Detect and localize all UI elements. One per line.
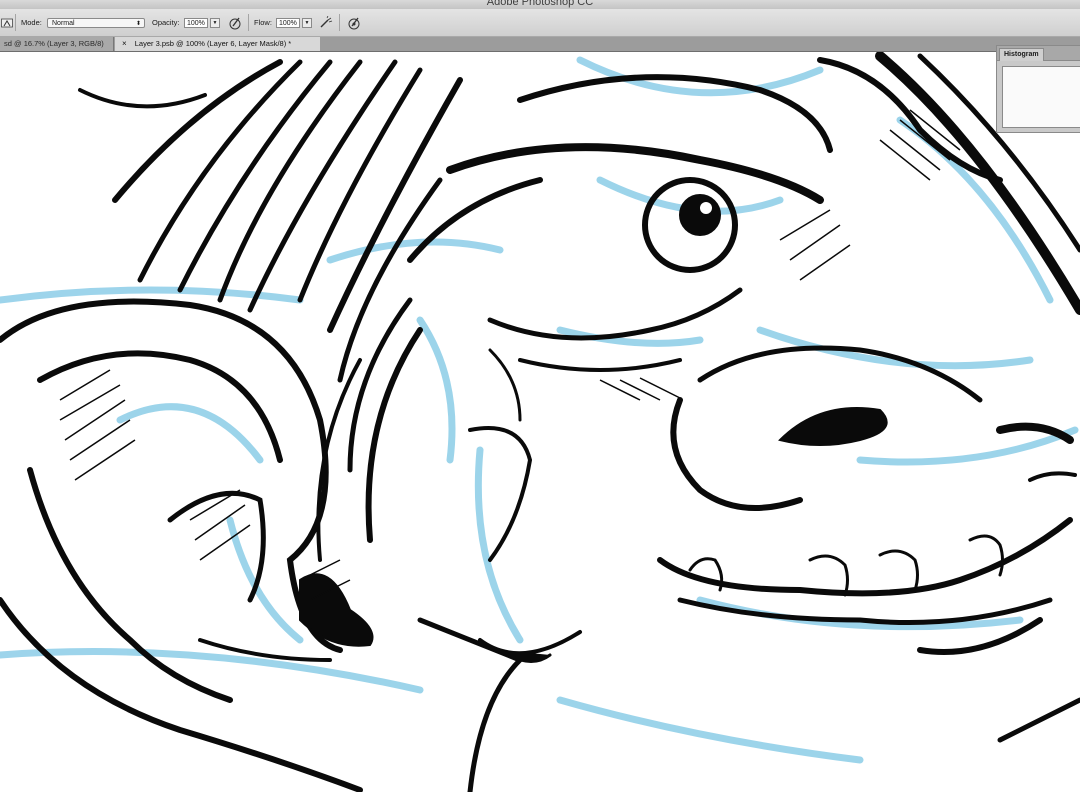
histogram-panel-tabbar: Histogram bbox=[997, 46, 1080, 61]
flow-input[interactable]: 100% bbox=[276, 17, 300, 28]
flow-slider-button[interactable]: ▼ bbox=[302, 17, 312, 28]
pressure-size-icon[interactable] bbox=[347, 16, 361, 30]
brush-tool-icon bbox=[0, 16, 14, 30]
document-canvas[interactable] bbox=[0, 52, 1080, 792]
histogram-panel: Histogram bbox=[996, 45, 1080, 133]
select-arrows-icon: ⬍ bbox=[135, 20, 141, 27]
mode-label: Mode: bbox=[21, 18, 42, 27]
flow-label: Flow: bbox=[254, 18, 272, 27]
mode-select-value: Normal bbox=[52, 19, 75, 27]
airbrush-icon[interactable] bbox=[319, 15, 333, 30]
document-tab-bar: sd @ 16.7% (Layer 3, RGB/8) × Layer 3.ps… bbox=[0, 37, 1080, 52]
artwork-illustration bbox=[0, 52, 1080, 792]
close-icon[interactable]: × bbox=[122, 39, 127, 48]
document-tab-active[interactable]: × Layer 3.psb @ 100% (Layer 6, Layer Mas… bbox=[115, 37, 320, 51]
tab-histogram[interactable]: Histogram bbox=[999, 48, 1044, 61]
opacity-label: Opacity: bbox=[152, 18, 180, 27]
options-bar: Mode: Normal ⬍ Opacity: 100% ▼ Flow: 100… bbox=[0, 9, 1080, 37]
document-tab-label: Layer 3.psb @ 100% (Layer 6, Layer Mask/… bbox=[134, 39, 292, 48]
separator bbox=[15, 14, 16, 31]
ink-line-art bbox=[0, 52, 1080, 792]
separator bbox=[339, 14, 340, 31]
app-title: Adobe Photoshop CC bbox=[486, 0, 594, 8]
separator bbox=[248, 14, 249, 31]
title-bar: Adobe Photoshop CC bbox=[0, 0, 1080, 9]
opacity-input[interactable]: 100% bbox=[184, 17, 208, 28]
opacity-slider-button[interactable]: ▼ bbox=[210, 17, 220, 28]
tool-preset-picker[interactable] bbox=[0, 9, 14, 36]
document-tab-label: sd @ 16.7% (Layer 3, RGB/8) bbox=[4, 39, 104, 48]
pressure-opacity-icon[interactable] bbox=[228, 16, 242, 30]
document-tab[interactable]: sd @ 16.7% (Layer 3, RGB/8) bbox=[0, 37, 114, 51]
mode-select[interactable]: Normal ⬍ bbox=[47, 17, 145, 28]
histogram-graph bbox=[1002, 66, 1080, 128]
